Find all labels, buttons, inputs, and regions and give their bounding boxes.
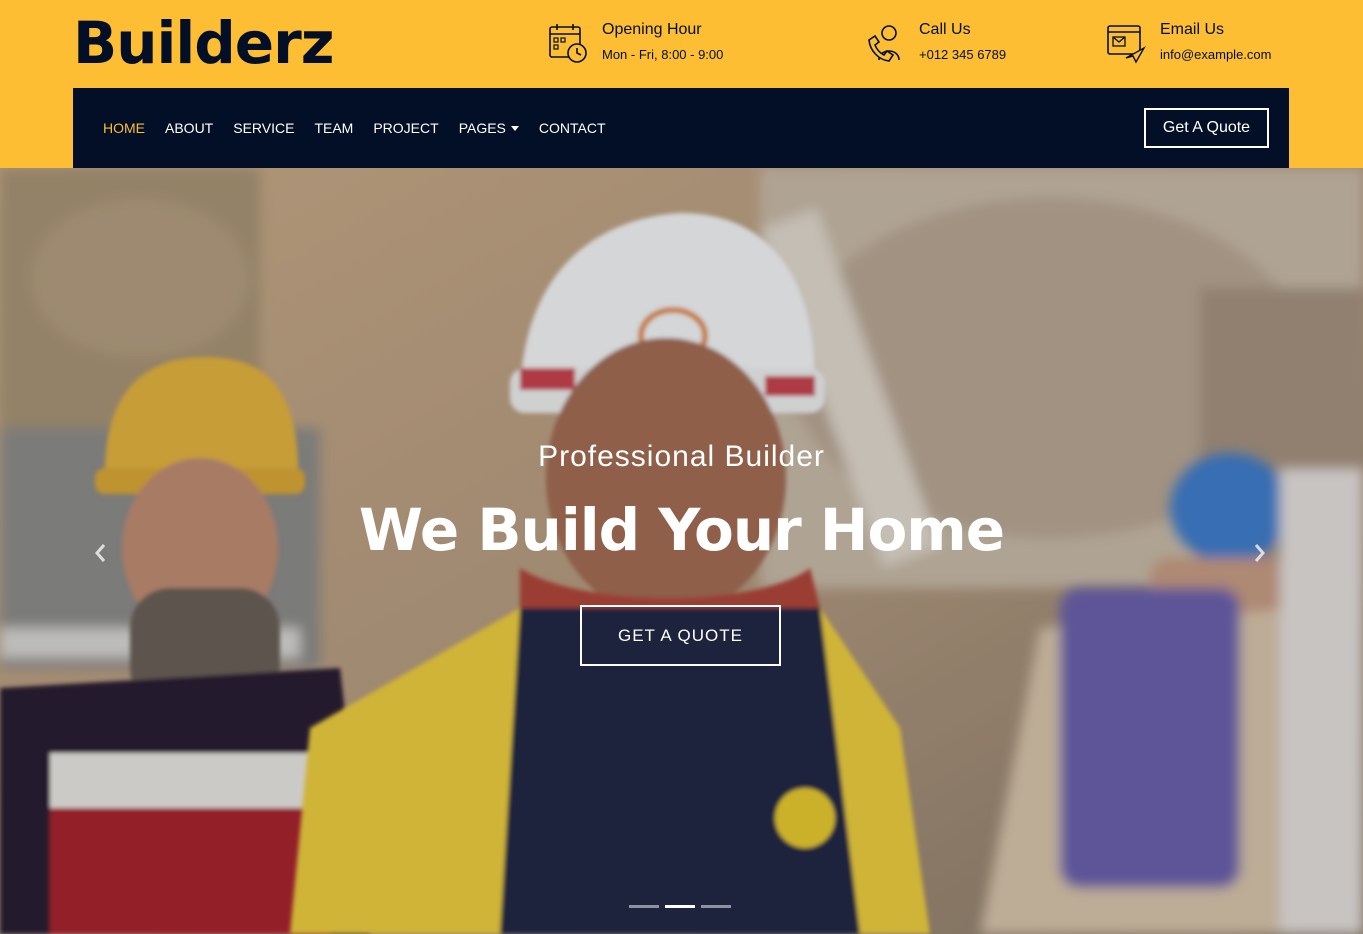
brand-logo[interactable]: Builderz bbox=[73, 8, 334, 78]
hero-carousel: Professional Builder We Build Your Home … bbox=[0, 168, 1363, 934]
nav-menu: HOME ABOUT SERVICE TEAM PROJECT PAGES CO… bbox=[103, 88, 626, 168]
call-us-value[interactable]: +012 345 6789 bbox=[919, 47, 1006, 62]
nav-item-pages-dropdown[interactable]: PAGES bbox=[459, 120, 519, 136]
nav-item-contact[interactable]: CONTACT bbox=[539, 120, 606, 136]
email-us-info: Email Us info@example.com bbox=[1106, 20, 1296, 68]
get-a-quote-button[interactable]: Get A Quote bbox=[1144, 108, 1269, 148]
nav-item-label: TEAM bbox=[314, 120, 354, 136]
calendar-clock-icon bbox=[549, 24, 587, 63]
carousel-next-icon[interactable] bbox=[1248, 538, 1272, 568]
carousel-indicators bbox=[629, 905, 737, 908]
opening-hour-title: Opening Hour bbox=[602, 21, 702, 38]
nav-item-project[interactable]: PROJECT bbox=[373, 120, 438, 136]
hero-get-quote-button[interactable]: GET A QUOTE bbox=[580, 605, 781, 666]
nav-item-about[interactable]: ABOUT bbox=[165, 120, 213, 136]
nav-item-label: SERVICE bbox=[233, 120, 295, 136]
hero-title: We Build Your Home bbox=[358, 496, 1005, 564]
call-us-info: Call Us +012 345 6789 bbox=[865, 20, 1025, 68]
call-support-icon bbox=[868, 25, 900, 62]
nav-item-team[interactable]: TEAM bbox=[314, 120, 353, 136]
nav-item-label: ABOUT bbox=[165, 120, 214, 136]
carousel-indicator-2[interactable] bbox=[665, 905, 695, 908]
email-send-icon bbox=[1107, 25, 1146, 64]
nav-item-label: CONTACT bbox=[538, 120, 606, 136]
carousel-prev-icon[interactable] bbox=[88, 538, 112, 568]
hero-subtitle: Professional Builder bbox=[538, 440, 825, 473]
top-bar: Builderz Opening Hour Mon - Fri, 8:00 - … bbox=[0, 0, 1363, 168]
opening-hour-value: Mon - Fri, 8:00 - 9:00 bbox=[602, 47, 724, 62]
nav-item-label: HOME bbox=[103, 120, 145, 136]
nav-item-home[interactable]: HOME bbox=[103, 120, 145, 136]
nav-item-label: PAGES bbox=[458, 120, 506, 136]
nav-item-service[interactable]: SERVICE bbox=[233, 120, 294, 136]
call-us-title: Call Us bbox=[919, 21, 971, 38]
email-us-title: Email Us bbox=[1160, 21, 1225, 38]
carousel-indicator-1[interactable] bbox=[629, 905, 659, 908]
nav-item-label: PROJECT bbox=[373, 120, 439, 136]
email-us-value[interactable]: info@example.com bbox=[1160, 47, 1271, 62]
main-navbar: HOME ABOUT SERVICE TEAM PROJECT PAGES CO… bbox=[73, 88, 1289, 168]
caret-down-icon bbox=[510, 125, 519, 131]
carousel-indicator-3[interactable] bbox=[701, 905, 731, 908]
opening-hour-info: Opening Hour Mon - Fri, 8:00 - 9:00 bbox=[548, 20, 748, 68]
